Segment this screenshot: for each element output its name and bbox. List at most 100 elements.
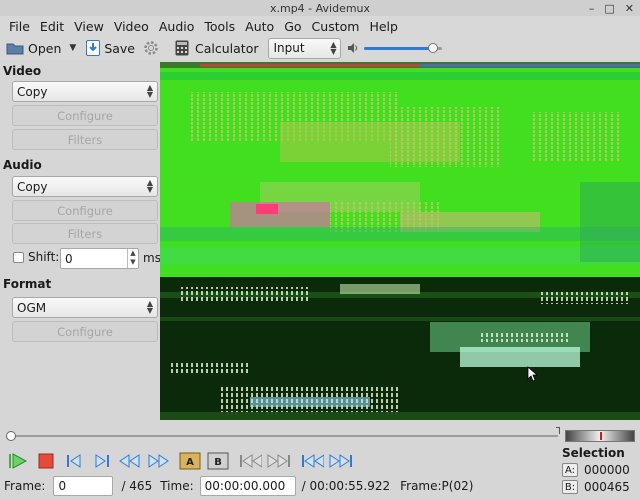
window-controls: – □ ✕ [589, 0, 634, 16]
audio-section-title: Audio [3, 158, 42, 172]
minimize-icon[interactable]: – [589, 2, 595, 15]
video-preview[interactable] [160, 62, 640, 420]
menu-custom[interactable]: Custom [307, 19, 365, 34]
volume-knob[interactable] [428, 43, 439, 53]
go-to-end-button[interactable] [328, 450, 352, 472]
calculator-icon [175, 40, 189, 56]
input-select[interactable]: Input ▲ ▼ [268, 37, 342, 59]
video-codec-value: Copy [17, 84, 48, 99]
seek-knob[interactable] [6, 431, 16, 441]
frame-label: Frame: [4, 479, 46, 493]
video-configure-button[interactable]: Configure [12, 105, 158, 126]
svg-text:B: B [214, 457, 222, 468]
video-section-title: Video [3, 64, 42, 78]
side-panel: Video Copy ▲ ▼ Configure Filters Audio Co… [0, 60, 161, 420]
seek-track [10, 435, 558, 437]
audio-codec-value: Copy [17, 179, 48, 194]
video-frame [160, 62, 640, 420]
time-value: 00:00:00.000 [204, 479, 286, 493]
settings-button[interactable] [143, 37, 159, 59]
shift-checkbox[interactable] [13, 252, 24, 263]
play-icon [9, 453, 28, 469]
previous-frame-button[interactable] [62, 450, 86, 472]
audio-codec-select[interactable]: Copy ▲ ▼ [12, 176, 158, 197]
next-keyframe-icon [267, 454, 290, 468]
video-filters-button[interactable]: Filters [12, 129, 158, 150]
selection-panel: Selection A: 000000 B: 000465 [562, 446, 640, 494]
window-title: x.mp4 - Avidemux [269, 1, 371, 15]
maximize-icon[interactable]: □ [604, 2, 614, 15]
time-label: Time: [160, 479, 194, 493]
next-frame-button[interactable] [90, 450, 114, 472]
save-button[interactable]: Save [86, 37, 135, 59]
menu-go[interactable]: Go [279, 19, 306, 34]
set-marker-b-button[interactable]: B [206, 450, 230, 472]
open-label: Open [28, 40, 62, 56]
volume-icon [348, 43, 358, 53]
time-total: / 00:00:55.922 [301, 479, 391, 493]
menu-file[interactable]: File [4, 19, 35, 34]
format-section-title: Format [3, 277, 52, 291]
stop-icon [38, 453, 54, 469]
menu-view[interactable]: View [69, 19, 109, 34]
set-marker-a-button[interactable]: A [178, 450, 202, 472]
menu-tools[interactable]: Tools [199, 19, 240, 34]
previous-keyframe-icon [240, 454, 262, 468]
updown-arrows-icon: ▲ ▼ [146, 83, 153, 99]
folder-icon [6, 43, 24, 55]
rewind-button[interactable] [118, 450, 142, 472]
audio-filters-button[interactable]: Filters [12, 223, 158, 244]
format-configure-button[interactable]: Configure [12, 321, 158, 342]
updown-arrows-icon: ▲ ▼ [146, 178, 153, 194]
seek-bar[interactable] [6, 427, 560, 444]
selection-a-value: 000000 [584, 463, 630, 477]
jog-shuttle[interactable] [565, 430, 635, 442]
rewind-icon [119, 454, 140, 468]
menu-edit[interactable]: Edit [35, 19, 69, 34]
open-button[interactable]: Open ▼ [6, 37, 76, 59]
format-select[interactable]: OGM ▲ ▼ [12, 297, 158, 318]
shift-value: 0 [65, 251, 73, 266]
audio-configure-button[interactable]: Configure [12, 200, 158, 221]
menu-audio[interactable]: Audio [154, 19, 200, 34]
selection-b-row: B: 000465 [562, 480, 640, 494]
video-codec-select[interactable]: Copy ▲ ▼ [12, 81, 158, 102]
menu-help[interactable]: Help [364, 19, 403, 34]
play-button[interactable] [6, 450, 30, 472]
step-forward-icon [95, 454, 109, 468]
marker-b-icon: B [207, 452, 229, 470]
previous-keyframe-button[interactable] [238, 450, 262, 472]
updown-arrows-icon: ▲ ▼ [330, 39, 337, 56]
step-back-icon [67, 454, 81, 468]
gear-icon [144, 41, 158, 55]
shift-label: Shift: [28, 250, 60, 264]
title-bar: x.mp4 - Avidemux – □ ✕ [0, 0, 640, 16]
go-to-start-icon [302, 454, 324, 468]
menu-bar: File Edit View Video Audio Tools Auto Go… [0, 16, 640, 36]
selection-a-row: A: 000000 [562, 463, 640, 477]
time-input[interactable]: 00:00:00.000 [199, 476, 296, 496]
go-to-end-icon [329, 454, 352, 468]
close-icon[interactable]: ✕ [625, 2, 634, 15]
next-keyframe-button[interactable] [266, 450, 290, 472]
updown-arrows-icon: ▲ ▼ [146, 299, 153, 315]
go-to-start-button[interactable] [300, 450, 324, 472]
format-value: OGM [17, 300, 47, 315]
jog-indicator [600, 432, 602, 440]
menu-video[interactable]: Video [109, 19, 154, 34]
volume-slider[interactable] [364, 42, 443, 54]
open-dropdown-arrow-icon[interactable]: ▼ [69, 43, 76, 53]
menu-auto[interactable]: Auto [240, 19, 279, 34]
calculator-button[interactable]: Calculator [175, 37, 258, 59]
frame-input[interactable]: 0 [53, 476, 114, 496]
fast-forward-button[interactable] [146, 450, 170, 472]
shift-stepper[interactable]: ▲ ▼ [127, 249, 138, 268]
selection-b-key[interactable]: B: [562, 480, 578, 494]
stop-button[interactable] [34, 450, 58, 472]
frame-value: 0 [58, 479, 67, 493]
selection-title: Selection [562, 446, 625, 460]
frame-type: Frame:P(02) [400, 479, 474, 493]
volume-fill [364, 47, 434, 50]
selection-a-key[interactable]: A: [562, 463, 578, 477]
status-row: Frame: 0 / 465 Time: 00:00:00.000 / 00:0… [0, 474, 640, 498]
